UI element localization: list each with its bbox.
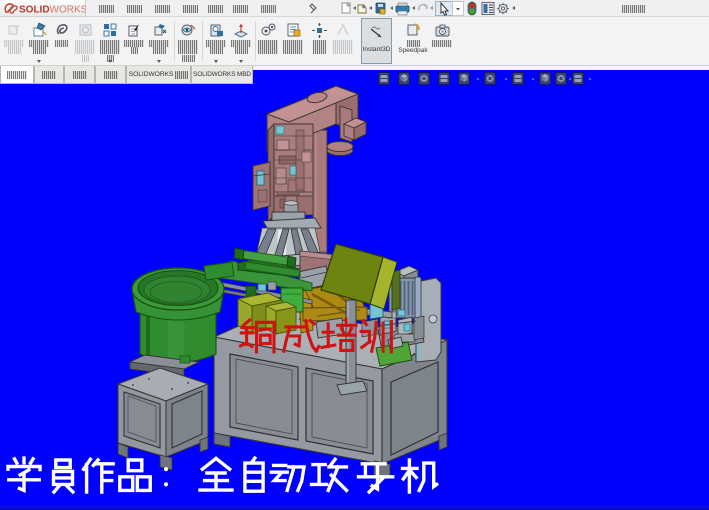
svg-text:WORKS: WORKS xyxy=(50,5,87,16)
svg-text:SOLID: SOLID xyxy=(19,5,50,16)
